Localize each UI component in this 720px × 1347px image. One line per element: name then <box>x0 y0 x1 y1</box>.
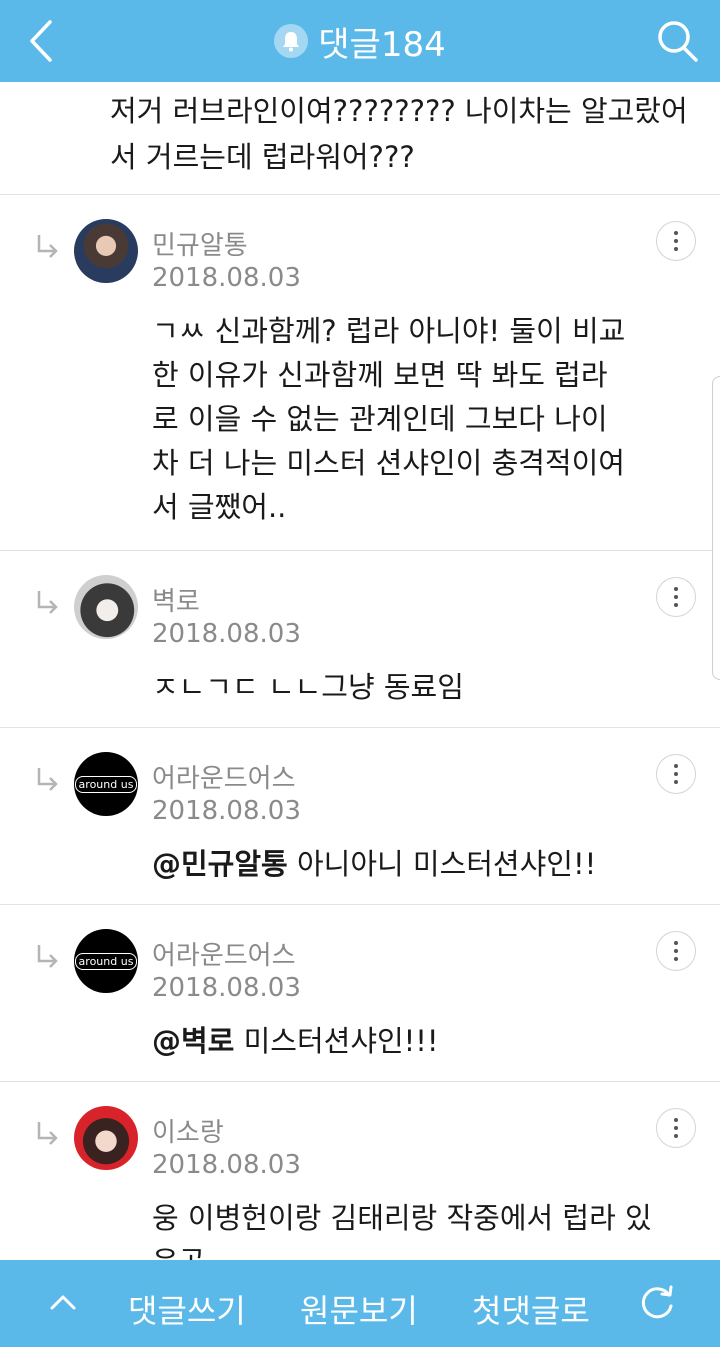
logo-text: around us <box>74 952 138 970</box>
avatar[interactable]: around us <box>74 929 138 993</box>
reply-arrow-icon <box>37 235 58 258</box>
username[interactable]: 어라운드어스 <box>152 935 296 972</box>
search-button[interactable] <box>656 18 700 64</box>
top-bar: 댓글184 <box>0 0 720 82</box>
more-icon <box>674 941 678 961</box>
comment-body: 아니아니 미스터션샤인!! <box>287 847 597 881</box>
comment-date: 2018.08.03 <box>152 973 301 1003</box>
comment-text: @벽로 미스터션샤인!!! <box>152 1019 652 1063</box>
avatar[interactable]: around us <box>74 752 138 816</box>
comment-text: 웅 이병헌이랑 김태리랑 작중에서 럽라 있음공 <box>152 1201 652 1260</box>
username[interactable]: 벽로 <box>152 581 200 618</box>
refresh-icon <box>641 1285 673 1319</box>
refresh-button[interactable] <box>638 1282 678 1322</box>
reply-arrow-icon <box>37 591 58 614</box>
comment-body: 미스터션샤인!!! <box>234 1024 439 1058</box>
title-wrap: 댓글184 <box>0 0 720 82</box>
more-icon <box>674 231 678 251</box>
reply-item: 민규알통 2018.08.03 ㄱㅆ 신과함께? 럽라 아니야! 둘이 비교한 … <box>0 195 720 550</box>
reply-item: around us 어라운드어스 2018.08.03 @벽로 미스터션샤인!!… <box>0 905 720 1081</box>
mention-link[interactable]: @민규알통 <box>152 847 288 881</box>
more-icon <box>674 1118 678 1138</box>
reply-arrow-icon <box>37 768 58 791</box>
logo-text: around us <box>74 775 138 793</box>
mention-link[interactable]: @벽로 <box>152 1024 234 1058</box>
bell-icon <box>283 32 300 52</box>
avatar[interactable] <box>74 575 138 639</box>
comment-text: 저거 러브라인이여???????? 나이차는 알고랐어서 거르는데 럽라워어??… <box>110 94 688 174</box>
comment-text: ㄱㅆ 신과함께? 럽라 아니야! 둘이 비교한 이유가 신과함께 보면 딱 봐도… <box>152 314 626 524</box>
comment-date: 2018.08.03 <box>152 796 301 826</box>
reply-arrow-icon <box>37 945 58 968</box>
reply-item: 벽로 2018.08.03 ㅈㄴㄱㄷ ㄴㄴ그냥 동료임 <box>0 551 720 727</box>
reply-item: around us 어라운드어스 2018.08.03 @민규알통 아니아니 미… <box>0 728 720 904</box>
comment-list[interactable]: 저거 러브라인이여???????? 나이차는 알고랐어서 거르는데 럽라워어??… <box>0 82 720 1260</box>
chevron-up-icon <box>50 1295 76 1310</box>
reply-item: 이소랑 2018.08.03 웅 이병헌이랑 김태리랑 작중에서 럽라 있음공 <box>0 1082 720 1260</box>
comment-date: 2018.08.03 <box>152 1150 301 1180</box>
comment-text: ㅈㄴㄱㄷ ㄴㄴ그냥 동료임 <box>152 670 464 704</box>
more-options-button[interactable] <box>656 754 696 794</box>
more-options-button[interactable] <box>656 1108 696 1148</box>
username[interactable]: 어라운드어스 <box>152 758 296 795</box>
scroll-top-button[interactable] <box>48 1288 78 1318</box>
notification-bell[interactable] <box>274 24 309 58</box>
comment-date: 2018.08.03 <box>152 619 301 649</box>
comment-date: 2018.08.03 <box>152 263 301 293</box>
more-icon <box>674 587 678 607</box>
search-icon <box>658 21 698 62</box>
username[interactable]: 민규알통 <box>152 225 248 262</box>
view-original-button[interactable]: 원문보기 <box>300 1286 418 1332</box>
more-options-button[interactable] <box>656 577 696 617</box>
more-options-button[interactable] <box>656 931 696 971</box>
comment-text: @민규알통 아니아니 미스터션샤인!! <box>152 842 652 886</box>
more-icon <box>674 764 678 784</box>
write-comment-button[interactable]: 댓글쓰기 <box>128 1286 246 1332</box>
page-title: 댓글184 <box>318 24 446 65</box>
avatar[interactable] <box>74 219 138 283</box>
avatar[interactable] <box>74 1106 138 1170</box>
username[interactable]: 이소랑 <box>152 1112 224 1149</box>
bottom-bar: 댓글쓰기 원문보기 첫댓글로 <box>0 1260 720 1347</box>
first-comment-button[interactable]: 첫댓글로 <box>472 1286 590 1332</box>
reply-arrow-icon <box>37 1122 58 1145</box>
more-options-button[interactable] <box>656 221 696 261</box>
scrollbar[interactable] <box>712 376 720 680</box>
